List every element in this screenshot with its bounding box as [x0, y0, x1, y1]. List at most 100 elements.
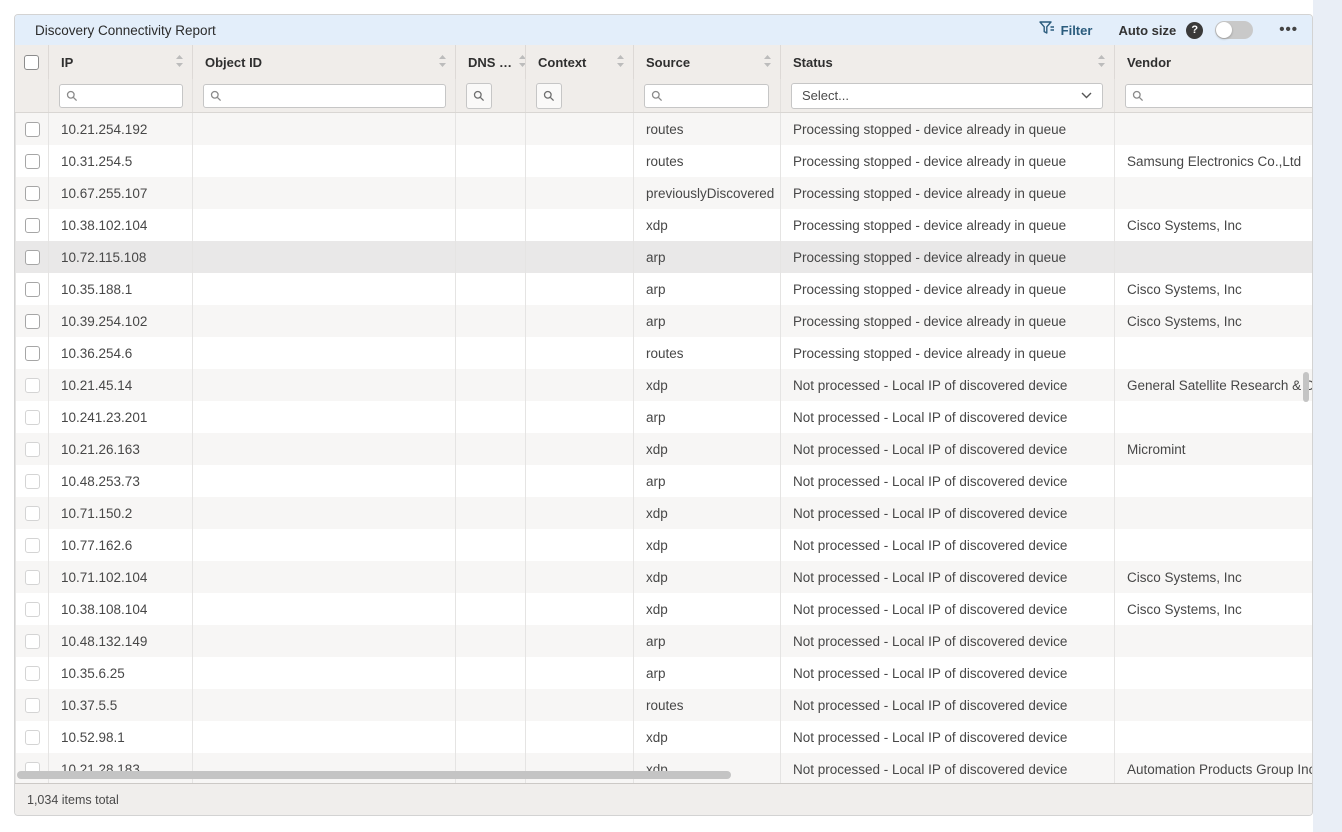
table-row[interactable]: 10.77.162.6xdpNot processed - Local IP o… [15, 529, 1312, 561]
cell-context [525, 593, 633, 625]
cell-vendor: Cisco Systems, Inc [1114, 273, 1313, 305]
row-checkbox[interactable] [25, 186, 40, 201]
cell-object-id [192, 657, 455, 689]
table-row[interactable]: 10.67.255.107previouslyDiscoveredProcess… [15, 177, 1312, 209]
table-row[interactable]: 10.35.188.1arpProcessing stopped - devic… [15, 273, 1312, 305]
horizontal-scrollbar[interactable] [17, 771, 731, 779]
select-all-checkbox[interactable] [24, 55, 39, 70]
help-icon[interactable]: ? [1186, 22, 1203, 39]
row-checkbox[interactable] [25, 282, 40, 297]
row-checkbox [25, 634, 40, 649]
column-header-vendor[interactable]: Vendor [1114, 45, 1313, 79]
table-row[interactable]: 10.35.6.25arpNot processed - Local IP of… [15, 657, 1312, 689]
table-row[interactable]: 10.72.115.108arpProcessing stopped - dev… [15, 241, 1312, 273]
row-checkbox[interactable] [25, 314, 40, 329]
cell-source: arp [633, 273, 780, 305]
column-label-status: Status [793, 55, 833, 70]
table-row[interactable]: 10.52.98.1xdpNot processed - Local IP of… [15, 721, 1312, 753]
table-row[interactable]: 10.38.108.104xdpNot processed - Local IP… [15, 593, 1312, 625]
row-checkbox[interactable] [25, 218, 40, 233]
row-checkbox-cell [15, 113, 48, 145]
cell-context [525, 177, 633, 209]
cell-status: Processing stopped - device already in q… [780, 145, 1114, 177]
table-row[interactable]: 10.37.5.5routesNot processed - Local IP … [15, 689, 1312, 721]
cell-vendor [1114, 401, 1313, 433]
toggle-knob [1216, 22, 1232, 38]
cell-context [525, 625, 633, 657]
cell-dns [455, 721, 525, 753]
column-header-status[interactable]: Status [780, 45, 1114, 79]
table-row[interactable]: 10.48.253.73arpNot processed - Local IP … [15, 465, 1312, 497]
cell-context [525, 561, 633, 593]
row-checkbox-cell [15, 657, 48, 689]
column-label-source: Source [646, 55, 690, 70]
table-row[interactable]: 10.21.28.183xdpNot processed - Local IP … [15, 753, 1312, 785]
dns-search-button[interactable] [466, 83, 492, 109]
row-checkbox[interactable] [25, 122, 40, 137]
sort-icon[interactable] [438, 55, 447, 70]
auto-size-toggle[interactable] [1215, 21, 1253, 39]
cell-object-id [192, 465, 455, 497]
row-checkbox[interactable] [25, 346, 40, 361]
table-row[interactable]: 10.21.254.192routesProcessing stopped - … [15, 113, 1312, 145]
cell-vendor [1114, 497, 1313, 529]
table-row[interactable]: 10.31.254.5routesProcessing stopped - de… [15, 145, 1312, 177]
context-search-button[interactable] [536, 83, 562, 109]
ip-filter-input[interactable] [59, 84, 183, 108]
cell-source: routes [633, 113, 780, 145]
table-row[interactable]: 10.38.102.104xdpProcessing stopped - dev… [15, 209, 1312, 241]
cell-dns [455, 209, 525, 241]
vertical-scrollbar[interactable] [1303, 372, 1309, 402]
cell-context [525, 529, 633, 561]
filter-row: Select... [15, 79, 1312, 113]
table-row[interactable]: 10.241.23.201arpNot processed - Local IP… [15, 401, 1312, 433]
cell-object-id [192, 625, 455, 657]
row-checkbox-cell [15, 305, 48, 337]
row-checkbox-cell [15, 241, 48, 273]
column-header-source[interactable]: Source [633, 45, 780, 79]
row-checkbox-cell [15, 433, 48, 465]
cell-status: Processing stopped - device already in q… [780, 305, 1114, 337]
object-id-filter-input[interactable] [203, 84, 446, 108]
cell-vendor [1114, 177, 1313, 209]
cell-dns [455, 529, 525, 561]
cell-source: previouslyDiscovered [633, 177, 780, 209]
sort-icon[interactable] [175, 55, 184, 70]
filter-button[interactable]: Filter [1039, 21, 1093, 40]
sort-icon[interactable] [1097, 55, 1106, 70]
sort-icon[interactable] [616, 55, 625, 70]
cell-source: routes [633, 145, 780, 177]
status-filter-select[interactable]: Select... [791, 83, 1103, 109]
cell-ip: 10.71.102.104 [48, 561, 192, 593]
table-row[interactable]: 10.48.132.149arpNot processed - Local IP… [15, 625, 1312, 657]
sort-icon[interactable] [518, 55, 525, 70]
cell-object-id [192, 369, 455, 401]
table-row[interactable]: 10.71.150.2xdpNot processed - Local IP o… [15, 497, 1312, 529]
table-row[interactable]: 10.39.254.102arpProcessing stopped - dev… [15, 305, 1312, 337]
more-options-icon[interactable]: ••• [1279, 25, 1298, 35]
sort-icon[interactable] [763, 55, 772, 70]
cell-vendor [1114, 465, 1313, 497]
row-checkbox[interactable] [25, 250, 40, 265]
row-checkbox[interactable] [25, 154, 40, 169]
cell-context [525, 337, 633, 369]
table-row[interactable]: 10.71.102.104xdpNot processed - Local IP… [15, 561, 1312, 593]
cell-ip: 10.77.162.6 [48, 529, 192, 561]
table-row[interactable]: 10.36.254.6routesProcessing stopped - de… [15, 337, 1312, 369]
column-header-ip[interactable]: IP [48, 45, 192, 79]
column-header-context[interactable]: Context [525, 45, 633, 79]
cell-context [525, 145, 633, 177]
cell-status: Not processed - Local IP of discovered d… [780, 433, 1114, 465]
source-filter-input[interactable] [644, 84, 769, 108]
filter-cell-dns [455, 79, 525, 112]
column-header-dns[interactable]: DNS … [455, 45, 525, 79]
cell-vendor [1114, 113, 1313, 145]
column-header-object-id[interactable]: Object ID [192, 45, 455, 79]
table-row[interactable]: 10.21.26.163xdpNot processed - Local IP … [15, 433, 1312, 465]
discovery-report-panel: Discovery Connectivity Report Filter Aut… [14, 14, 1313, 816]
cell-context [525, 497, 633, 529]
vendor-filter-input[interactable] [1125, 84, 1313, 108]
table-row[interactable]: 10.21.45.14xdpNot processed - Local IP o… [15, 369, 1312, 401]
cell-dns [455, 657, 525, 689]
filter-cell-status: Select... [780, 79, 1114, 112]
